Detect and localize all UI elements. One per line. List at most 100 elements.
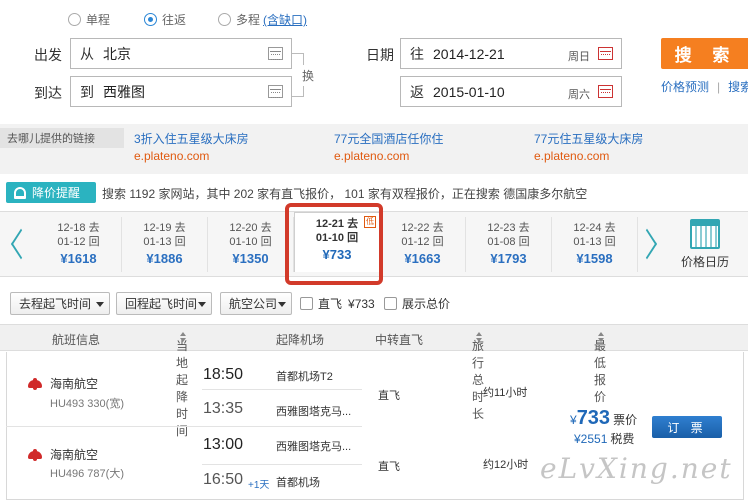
go-date: 12-19 去 <box>143 222 186 234</box>
ticket-price-label: 票价 <box>613 413 638 427</box>
calendar-icon[interactable] <box>598 47 613 60</box>
tax-label: 税费 <box>610 432 635 446</box>
date-price: ¥1618 <box>60 251 97 266</box>
sort-icon <box>476 332 483 343</box>
radio-roundtrip-label: 往返 <box>162 13 187 27</box>
price-forecast-link[interactable]: 价格预测 <box>661 80 709 94</box>
chevron-down-icon <box>278 302 286 307</box>
col-duration[interactable]: 旅行总时长 <box>472 331 484 421</box>
return-date-input[interactable]: 返 2015-01-10 周六 <box>400 76 622 107</box>
go-date: 12-24 去 <box>573 222 616 234</box>
col-flight-info: 航班信息 <box>52 333 101 347</box>
date-option[interactable]: 12-18 去 01-12 回 ¥1618 <box>36 217 122 272</box>
radio-oneway[interactable]: 单程 <box>68 11 110 28</box>
ad-url[interactable]: e.plateno.com <box>334 147 443 165</box>
lowest-price-tag: 低 <box>364 216 376 228</box>
swap-cities-button[interactable]: 换 <box>302 65 315 86</box>
search-button[interactable]: 搜 索 <box>661 38 748 69</box>
date-price: ¥1793 <box>490 251 527 266</box>
date-option[interactable]: 12-24 去 01-13 回 ¥1598 <box>552 217 638 272</box>
airline-label: 海南航空 <box>50 448 99 462</box>
date-price: ¥1886 <box>146 251 183 266</box>
calendar-icon[interactable] <box>598 85 613 98</box>
to-city-value: 西雅图 <box>103 83 145 100</box>
return-time-filter-label: 回程起飞时间 <box>125 297 198 311</box>
radio-multicity[interactable]: 多程 (含缺口) <box>218 11 307 28</box>
airline-logo-icon <box>28 448 42 461</box>
book-button[interactable]: 订 票 <box>652 416 722 438</box>
to-city-input[interactable]: 到 西雅图 <box>70 76 292 107</box>
return-weekday: 周六 <box>568 89 590 101</box>
date-option[interactable]: 12-20 去 01-10 回 ¥1350 <box>208 217 294 272</box>
return-date: 01-13 回 <box>143 236 186 248</box>
depart-time: 18:50 <box>203 366 244 383</box>
transfer-type: 直飞 <box>378 390 400 402</box>
radio-multicity-label: 多程 <box>236 13 261 27</box>
arrive-time: 16:50 <box>203 471 244 488</box>
depart-time: 13:00 <box>203 436 244 453</box>
show-total-checkbox[interactable]: 展示总价 <box>384 295 450 312</box>
sort-icon <box>598 332 605 343</box>
date-price: ¥1598 <box>576 251 613 266</box>
prev-dates-arrow-icon[interactable] <box>0 211 34 277</box>
to-prefix: 到 <box>80 83 94 100</box>
airline-filter[interactable]: 航空公司 <box>220 292 292 315</box>
ad-item[interactable]: 77元全国酒店任你住 e.plateno.com <box>334 131 443 165</box>
ad-title[interactable]: 77元全国酒店任你住 <box>334 131 443 147</box>
transfer-type: 直飞 <box>378 461 400 473</box>
city-list-icon[interactable] <box>268 47 283 60</box>
go-date: 12-20 去 <box>229 222 272 234</box>
depart-time-filter[interactable]: 去程起飞时间 <box>10 292 110 315</box>
leg-divider <box>6 426 362 427</box>
arrive-airport: 西雅图塔克马... <box>276 406 352 418</box>
search-link[interactable]: 搜索 <box>728 80 748 94</box>
city-list-icon[interactable] <box>268 85 283 98</box>
radio-oneway-label: 单程 <box>86 13 111 27</box>
price-alert-label: 降价提醒 <box>32 186 81 200</box>
flight-number: HU493 330(宽) <box>50 398 124 410</box>
depart-date-input[interactable]: 往 2014-12-21 周日 <box>400 38 622 69</box>
date-option[interactable]: 12-23 去 01-08 回 ¥1793 <box>466 217 552 272</box>
arrive-airport: 首都机场 <box>276 477 320 489</box>
airline-logo-icon <box>28 377 42 390</box>
link-separator: | <box>717 80 721 94</box>
direct-checkbox[interactable]: 直飞 ¥733 <box>300 295 375 312</box>
next-day-badge: +1天 <box>248 480 270 491</box>
airline-name: 海南航空 <box>28 375 98 392</box>
col-local-time[interactable]: 当地起降时间 <box>176 331 188 438</box>
ad-item[interactable]: 77元住五星级大床房 e.plateno.com <box>534 131 643 165</box>
date-option[interactable]: 12-19 去 01-13 回 ¥1886 <box>122 217 208 272</box>
ad-item[interactable]: 3折入住五星级大床房 e.plateno.com <box>134 131 249 165</box>
radio-roundtrip[interactable]: 往返 <box>144 11 186 28</box>
return-time-filter[interactable]: 回程起飞时间 <box>116 292 212 315</box>
ad-url[interactable]: e.plateno.com <box>534 147 643 165</box>
date-option[interactable]: 12-22 去 01-12 回 ¥1663 <box>380 217 466 272</box>
radio-dot <box>68 13 81 26</box>
depart-airport: 西雅图塔克马... <box>276 441 352 453</box>
ticket-price: ¥733 票价 <box>570 407 637 430</box>
price-alert-button[interactable]: 降价提醒 <box>6 182 96 203</box>
show-total-label: 展示总价 <box>402 297 451 311</box>
tax-value: ¥2551 <box>574 432 608 446</box>
checkbox-box <box>384 297 397 310</box>
ad-title[interactable]: 77元住五星级大床房 <box>534 131 643 147</box>
ad-title[interactable]: 3折入住五星级大床房 <box>134 131 249 147</box>
tax-amount: ¥2551 税费 <box>574 430 634 447</box>
next-dates-arrow-icon[interactable] <box>634 211 668 277</box>
col-lowest-price[interactable]: 最低报价 <box>594 331 606 404</box>
time-divider <box>202 389 362 390</box>
flight-number: HU496 787(大) <box>50 468 124 480</box>
currency-symbol: ¥ <box>570 413 577 427</box>
top-links: 价格预测 | 搜索 <box>661 78 748 95</box>
go-date: 12-22 去 <box>401 222 444 234</box>
chevron-down-icon <box>96 302 104 307</box>
multicity-gap-link[interactable]: (含缺口) <box>263 11 307 28</box>
price-calendar-button[interactable]: 价格日历 <box>670 214 740 274</box>
from-city-input[interactable]: 从 北京 <box>70 38 292 69</box>
ad-url[interactable]: e.plateno.com <box>134 147 249 165</box>
go-date: 12-23 去 <box>487 222 530 234</box>
col-airport: 起降机场 <box>276 333 325 347</box>
col-transfer: 中转直飞 <box>375 333 424 347</box>
search-status-text: 搜索 1192 家网站，其中 202 家有直飞报价， 101 家有双程报价，正在… <box>102 187 588 201</box>
bell-icon <box>14 186 26 199</box>
